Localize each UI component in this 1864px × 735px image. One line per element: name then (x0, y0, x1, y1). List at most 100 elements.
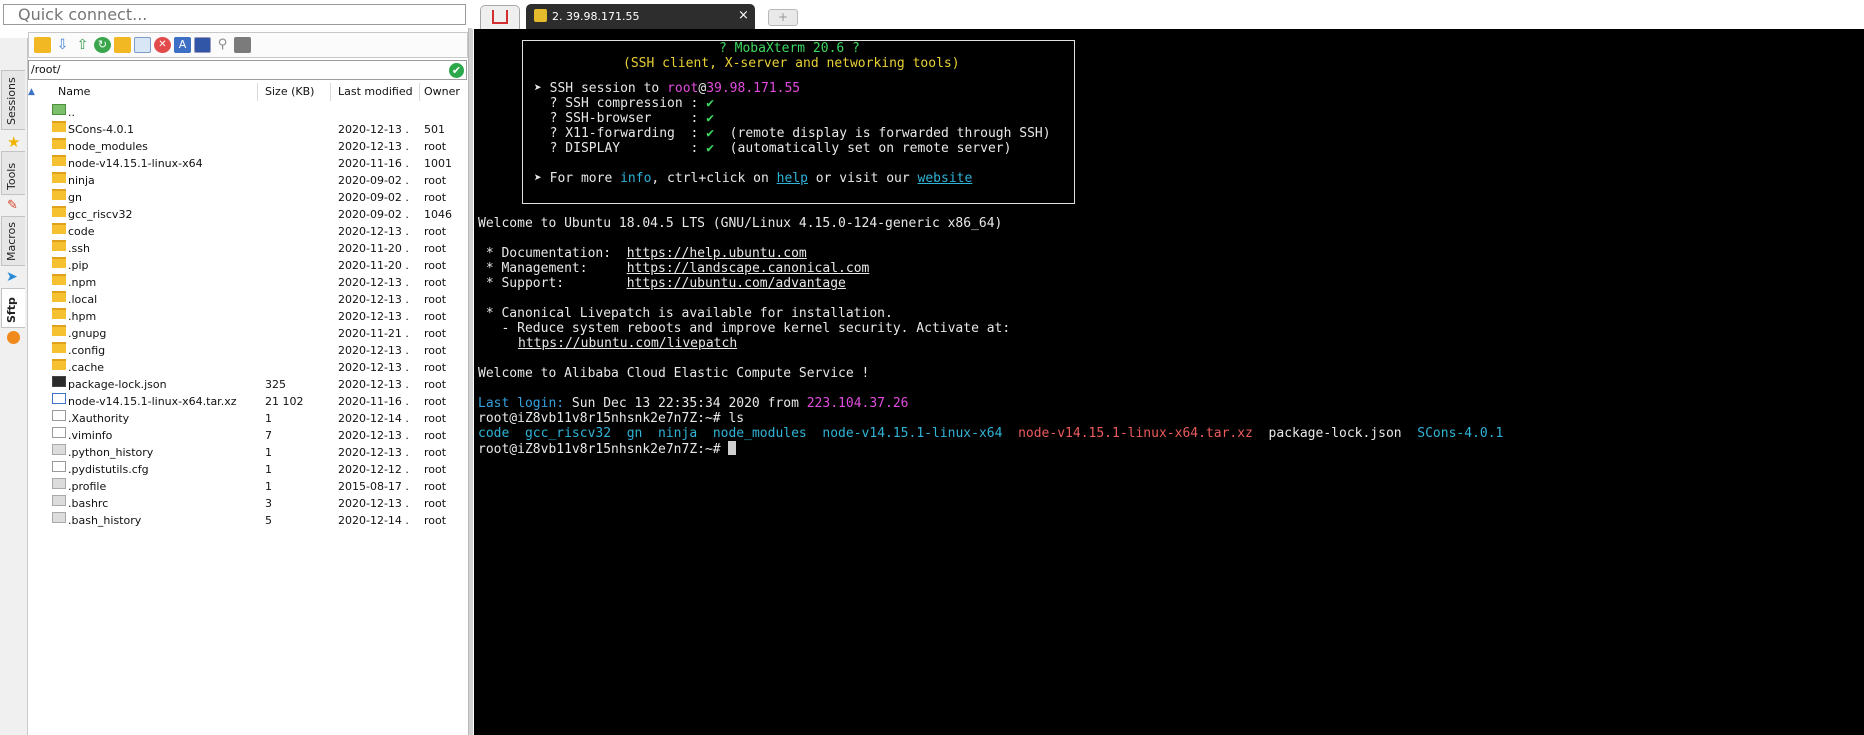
terminal[interactable]: ? MobaXterm 20.6 ? (SSH client, X-server… (474, 29, 1864, 735)
upload-icon[interactable]: ⇧ (74, 37, 91, 53)
path-ok-icon[interactable]: ✔ (449, 63, 464, 78)
tab-ssh-session[interactable]: 2. 39.98.171.55 × (526, 4, 755, 29)
file-modified: 2020-12-13 ... (338, 276, 410, 289)
tab-sessions[interactable]: Sessions (1, 70, 25, 130)
file-row[interactable]: .npm 2020-12-13 ... root (28, 274, 468, 291)
new-folder-icon[interactable] (114, 37, 131, 53)
file-row[interactable]: .local 2020-12-13 ... root (28, 291, 468, 308)
file-row[interactable]: gcc_riscv32 2020-09-02 ... 1046 (28, 206, 468, 223)
folder-icon (52, 223, 66, 234)
tab-sftp[interactable]: Sftp (1, 288, 25, 328)
delete-icon[interactable]: ✕ (154, 37, 171, 53)
feature-browser: ? SSH-browser : ✔ (534, 111, 715, 126)
file-modified: 2020-12-13 ... (338, 123, 410, 136)
file-list-header: ▲ Name Size (KB) Last modified Owner (28, 83, 467, 101)
rename-icon[interactable]: A (174, 37, 191, 53)
column-name[interactable]: Name (58, 83, 258, 101)
last-login-line: Last login: Sun Dec 13 22:35:34 2020 fro… (478, 396, 909, 411)
refresh-icon[interactable]: ↻ (94, 37, 111, 53)
support-link[interactable]: https://ubuntu.com/advantage (627, 276, 846, 291)
file-name: .hpm (68, 310, 97, 323)
file-row[interactable]: gn 2020-09-02 ... root (28, 189, 468, 206)
file-name: node_modules (68, 140, 148, 153)
file-row[interactable]: .ssh 2020-11-20 ... root (28, 240, 468, 257)
file-row[interactable]: .bashrc 3 2020-12-13 ... root (28, 495, 468, 512)
file-owner: root (424, 395, 447, 408)
banner-subtitle: (SSH client, X-server and networking too… (623, 56, 960, 71)
file-modified: 2020-12-13 ... (338, 310, 410, 323)
doc-link[interactable]: https://help.ubuntu.com (627, 246, 807, 261)
file-row[interactable]: .Xauthority 1 2020-12-14 ... root (28, 410, 468, 427)
file-name: .. (68, 106, 75, 119)
file-modified: 2020-12-14 ... (338, 514, 410, 527)
file-name: .local (68, 293, 98, 306)
file-row[interactable]: .cache 2020-12-13 ... root (28, 359, 468, 376)
column-size[interactable]: Size (KB) (265, 83, 331, 101)
file-row[interactable]: .. (28, 104, 468, 121)
file-size: 21 102 (265, 395, 304, 408)
file-name: .npm (68, 276, 97, 289)
livepatch-link[interactable]: https://ubuntu.com/livepatch (518, 336, 737, 351)
file-row[interactable]: .python_history 1 2020-12-13 ... root (28, 444, 468, 461)
path-field[interactable]: /root/ ✔ (28, 60, 467, 80)
panel-splitter[interactable] (468, 28, 473, 735)
file-row[interactable]: .viminfo 7 2020-12-13 ... root (28, 427, 468, 444)
column-owner[interactable]: Owner (390, 83, 467, 101)
file-row[interactable]: .bash_history 5 2020-12-14 ... root (28, 512, 468, 529)
file-icon (52, 376, 66, 387)
file-row[interactable]: .pip 2020-11-20 ... root (28, 257, 468, 274)
paper-plane-icon: ➤ (6, 269, 18, 285)
file-size: 1 (265, 480, 272, 493)
prompt-current: root@iZ8vb11v8r15nhsnk2e7n7Z:~# (478, 441, 737, 457)
file-name: .pip (68, 259, 89, 272)
file-modified: 2020-12-13 ... (338, 344, 410, 357)
mgmt-link[interactable]: https://landscape.canonical.com (627, 261, 870, 276)
file-row[interactable]: SCons-4.0.1 2020-12-13 ... 501 (28, 121, 468, 138)
file-row[interactable]: node-v14.15.1-linux-x64.tar.xz 21 102 2020… (28, 393, 468, 410)
file-row[interactable]: node-v14.15.1-linux-x64 2020-11-16 ... 100… (28, 155, 468, 172)
home-icon (492, 10, 508, 24)
new-file-icon[interactable] (134, 37, 151, 53)
file-row[interactable]: .config 2020-12-13 ... root (28, 342, 468, 359)
folder-icon (52, 291, 66, 302)
close-tab-icon[interactable]: × (738, 8, 749, 23)
file-row[interactable]: package-lock.json 325 2020-12-13 ... root (28, 376, 468, 393)
sort-arrow-icon: ▲ (28, 87, 35, 97)
file-row[interactable]: node_modules 2020-12-13 ... root (28, 138, 468, 155)
file-name: .python_history (68, 446, 154, 459)
file-row[interactable]: .gnupg 2020-11-21 ... root (28, 325, 468, 342)
file-owner: 1046 (424, 208, 452, 221)
tab-macros[interactable]: Macros (1, 216, 25, 266)
home-tab[interactable] (480, 5, 520, 29)
feature-x11: ? X11-forwarding : ✔ (remote display is … (534, 126, 1051, 141)
terminal-folder-icon[interactable] (234, 37, 251, 53)
file-row[interactable]: .profile 1 2015-08-17 ... root (28, 478, 468, 495)
file-owner: root (424, 259, 447, 272)
file-row[interactable]: .hpm 2020-12-13 ... root (28, 308, 468, 325)
folder-icon (52, 274, 66, 285)
file-row[interactable]: code 2020-12-13 ... root (28, 223, 468, 240)
info-link[interactable]: info (620, 171, 651, 186)
file-row[interactable]: .pydistutils.cfg 1 2020-12-12 ... root (28, 461, 468, 478)
quick-connect-input[interactable] (3, 4, 466, 25)
parent-folder-icon[interactable] (34, 37, 51, 53)
help-link[interactable]: help (777, 171, 808, 186)
tab-tools[interactable]: Tools (1, 151, 25, 195)
file-size: 1 (265, 463, 272, 476)
ssh-session-line: ➤ SSH session to root@39.98.171.55 (534, 81, 801, 96)
new-tab-button[interactable]: + (768, 9, 798, 26)
file-icon (52, 478, 66, 489)
file-name: gn (68, 191, 82, 204)
website-link[interactable]: website (918, 171, 973, 186)
file-owner: root (424, 412, 447, 425)
download-icon[interactable]: ⇩ (54, 37, 71, 53)
sftp-panel: « Sessions ★ Tools ✎ Macros ➤ Sftp ⇩ ⇧ ↻… (0, 0, 473, 735)
toggle-hidden-icon[interactable] (194, 37, 211, 53)
file-list: .. SCons-4.0.1 2020-12-13 ... 501 node_modul… (28, 104, 468, 529)
tab-sessions-label: Sessions (5, 77, 18, 125)
permissions-icon[interactable]: ⚲ (214, 37, 231, 53)
ls-entry: ninja (658, 426, 698, 441)
file-size: 5 (265, 514, 272, 527)
file-modified: 2020-12-13 ... (338, 429, 410, 442)
file-row[interactable]: ninja 2020-09-02 ... root (28, 172, 468, 189)
